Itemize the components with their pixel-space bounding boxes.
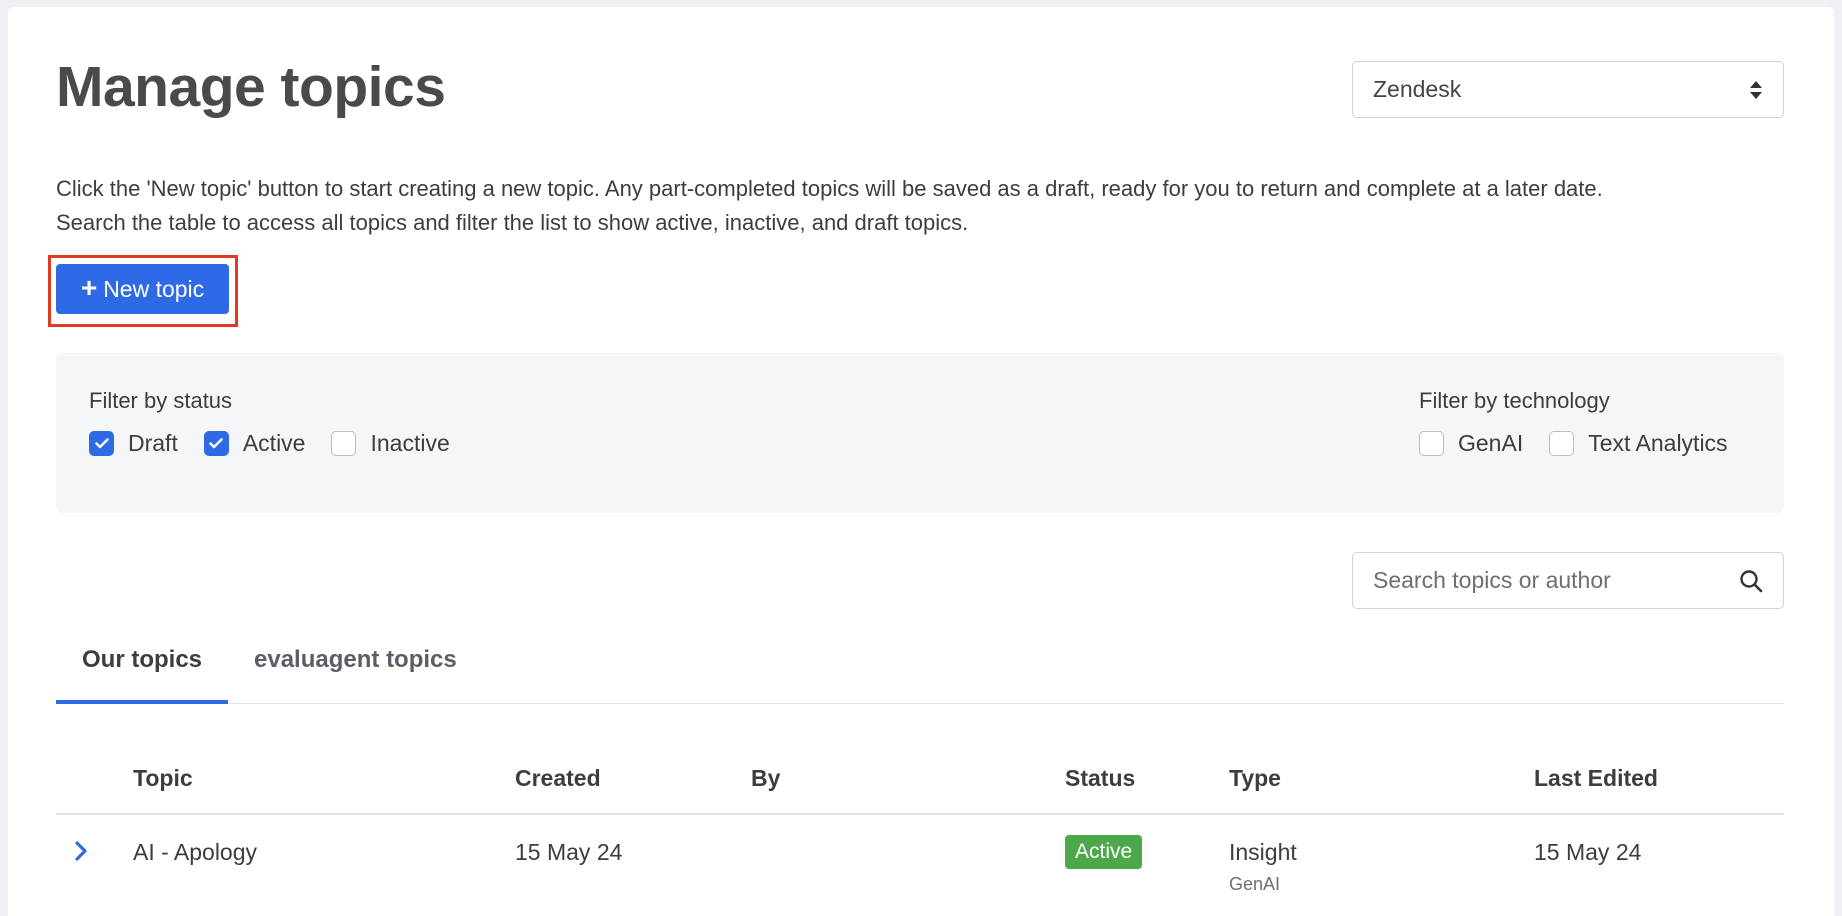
filter-genai[interactable]: GenAI [1419,430,1523,457]
row-type: Insight GenAI [1229,839,1297,895]
text-analytics-checkbox[interactable] [1549,431,1575,456]
filter-active[interactable]: Active [203,430,306,457]
text-analytics-label: Text Analytics [1588,430,1728,456]
topic-tabs: Our topics evaluagent topics [56,640,1784,704]
table-header: Topic Created By Status Type Last Edited [56,755,1784,815]
inactive-checkbox[interactable] [331,431,357,456]
search-box [1352,552,1784,609]
genai-checkbox[interactable] [1419,431,1444,456]
row-type-label: Insight [1229,839,1297,865]
row-last-edited: 15 May 24 [1534,839,1642,865]
column-topic[interactable]: Topic [133,765,193,792]
filter-draft[interactable]: Draft [89,430,178,457]
intro-line-2: Search the table to access all topics an… [56,210,969,235]
filter-text-analytics[interactable]: Text Analytics [1549,430,1728,457]
table-row[interactable]: AI - Apology 15 May 24 Active Insight Ge… [56,817,1784,916]
genai-label: GenAI [1458,430,1524,456]
status-filter-label: Filter by status [89,388,233,413]
sort-icon [1749,80,1763,100]
column-created[interactable]: Created [515,765,601,792]
search-icon[interactable] [1739,569,1763,593]
column-by[interactable]: By [751,765,780,792]
plus-icon: + [80,272,98,303]
row-type-technology: GenAI [1229,874,1281,894]
column-type[interactable]: Type [1229,765,1281,792]
platform-select-value: Zendesk [1373,76,1462,102]
draft-checkbox[interactable] [89,431,114,456]
intro-text: Click the 'New topic' button to start cr… [56,172,1796,240]
intro-line-1: Click the 'New topic' button to start cr… [56,176,1603,201]
platform-select[interactable]: Zendesk [1352,61,1784,118]
tab-evaluagent-topics[interactable]: evaluagent topics [228,640,483,704]
page-title: Manage topics [56,55,446,119]
status-badge: Active [1065,835,1143,869]
row-topic: AI - Apology [133,839,258,865]
status-filter: Filter by status Draft Active Inactive [89,388,476,457]
technology-filter: Filter by technology GenAI Text Analytic… [1419,388,1754,457]
draft-label: Draft [128,430,178,456]
row-created: 15 May 24 [515,839,623,865]
technology-filter-label: Filter by technology [1419,388,1610,413]
check-icon [94,438,109,449]
active-checkbox[interactable] [203,431,229,456]
column-last-edited[interactable]: Last Edited [1534,765,1658,792]
tab-our-topics[interactable]: Our topics [56,640,229,704]
inactive-label: Inactive [370,430,450,456]
column-status[interactable]: Status [1065,765,1135,792]
new-topic-button[interactable]: + New topic [56,264,229,314]
active-label: Active [242,430,306,456]
check-icon [209,438,224,449]
chevron-right-icon[interactable] [74,841,88,861]
new-topic-label: New topic [103,275,205,302]
filter-panel: Filter by status Draft Active Inactive F… [56,353,1784,513]
search-input[interactable] [1373,567,1739,594]
filter-inactive[interactable]: Inactive [331,430,450,457]
